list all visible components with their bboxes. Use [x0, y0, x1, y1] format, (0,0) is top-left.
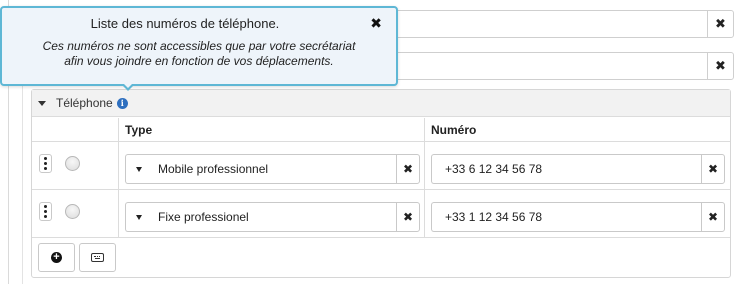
background-clear-button-2[interactable]: ✖ — [707, 52, 734, 80]
column-header-type: Type — [118, 118, 424, 141]
header-cell-actions — [32, 118, 118, 141]
close-icon: ✖ — [402, 210, 414, 224]
popover-title: Liste des numéros de téléphone. — [90, 16, 280, 31]
type-select[interactable]: Fixe professionel — [125, 202, 396, 232]
phone-number-input[interactable]: +33 1 12 34 56 78 — [431, 202, 701, 232]
plus-circle-icon: + — [51, 252, 62, 263]
inner-guide-line — [22, 86, 23, 284]
popover-body-line: afin vous joindre en fonction de vos dép… — [64, 54, 334, 68]
telephone-panel: Téléphone i Type Numéro Mobile professio… — [31, 89, 731, 278]
column-header-number: Numéro — [424, 118, 730, 141]
popover-body: Ces numéros ne sont accessibles que par … — [12, 39, 386, 69]
add-phone-button[interactable]: + — [38, 243, 75, 272]
caret-down-icon — [136, 215, 142, 220]
help-popover: Liste des numéros de téléphone. ✖ Ces nu… — [0, 6, 398, 86]
table-row: Mobile professionnel ✖ +33 6 12 34 56 78… — [32, 142, 730, 190]
table-header-row: Type Numéro — [32, 118, 730, 142]
phone-number-input[interactable]: +33 6 12 34 56 78 — [431, 154, 701, 184]
type-select[interactable]: Mobile professionnel — [125, 154, 396, 184]
clear-number-button[interactable]: ✖ — [701, 202, 725, 232]
drag-handle-icon[interactable] — [39, 202, 52, 221]
popover-close-icon[interactable]: ✖ — [370, 15, 382, 32]
type-cell: Mobile professionnel ✖ — [118, 142, 424, 189]
type-select-value: Mobile professionnel — [158, 162, 269, 176]
close-icon: ✖ — [402, 162, 414, 176]
popover-arrow-inner — [123, 83, 133, 88]
drag-handle-icon[interactable] — [39, 154, 52, 173]
panel-title: Téléphone — [56, 96, 113, 110]
caret-down-icon — [38, 100, 46, 106]
clear-type-button[interactable]: ✖ — [396, 202, 420, 232]
page: ✖ ✖ Liste des numéros de téléphone. ✖ Ce… — [0, 0, 738, 284]
close-icon: ✖ — [715, 58, 726, 73]
row-actions-cell — [32, 142, 118, 189]
close-icon: ✖ — [707, 162, 719, 176]
popover-body-line: Ces numéros ne sont accessibles que par … — [42, 39, 356, 53]
background-input-1[interactable] — [380, 10, 707, 38]
type-select-value: Fixe professionel — [158, 210, 249, 224]
clear-number-button[interactable]: ✖ — [701, 154, 725, 184]
clear-type-button[interactable]: ✖ — [396, 154, 420, 184]
keyboard-button[interactable] — [79, 243, 116, 272]
type-cell: Fixe professionel ✖ — [118, 190, 424, 237]
caret-down-icon — [136, 167, 142, 172]
info-circle-icon[interactable]: i — [116, 97, 128, 109]
background-input-2[interactable] — [380, 52, 707, 80]
default-radio[interactable] — [65, 204, 80, 219]
number-cell: +33 6 12 34 56 78 ✖ — [424, 142, 730, 189]
phone-table: Type Numéro Mobile professionnel ✖ +33 6… — [32, 118, 730, 238]
row-actions-cell — [32, 190, 118, 237]
default-radio[interactable] — [65, 156, 80, 171]
keyboard-icon — [91, 253, 104, 262]
panel-header-toggle[interactable]: Téléphone i — [32, 90, 730, 117]
close-icon: ✖ — [715, 16, 726, 31]
table-row: Fixe professionel ✖ +33 1 12 34 56 78 ✖ — [32, 190, 730, 238]
background-clear-button-1[interactable]: ✖ — [707, 10, 734, 38]
close-icon: ✖ — [707, 210, 719, 224]
number-cell: +33 1 12 34 56 78 ✖ — [424, 190, 730, 237]
